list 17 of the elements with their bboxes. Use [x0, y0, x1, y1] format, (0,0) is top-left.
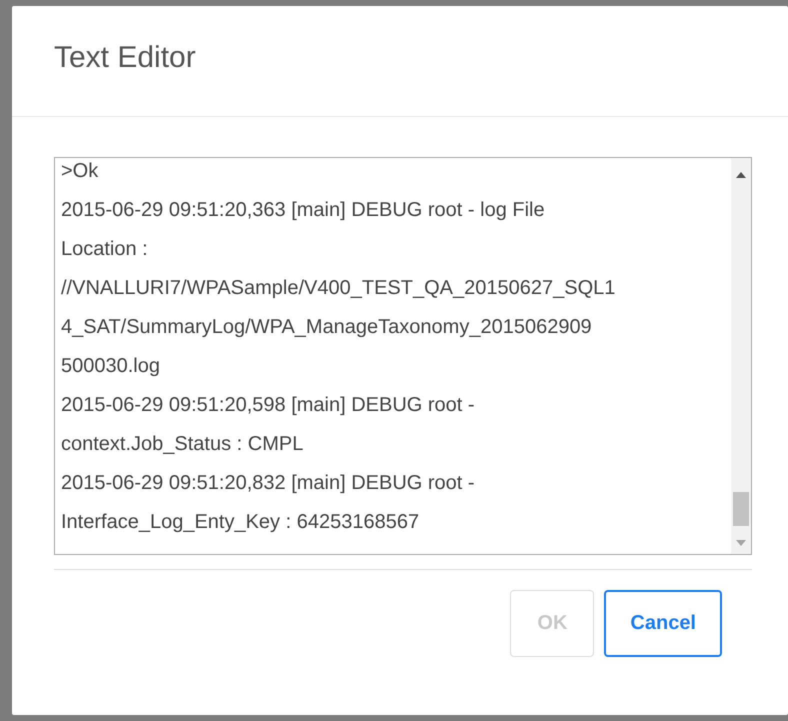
dialog-title: Text Editor — [54, 41, 196, 75]
log-line: Location : — [61, 237, 149, 262]
scroll-down-icon[interactable] — [736, 540, 746, 546]
log-line: 500030.log — [61, 354, 161, 379]
log-line: 2015-06-29 09:51:20,598 [main] DEBUG root - — [61, 393, 476, 418]
scroll-up-icon[interactable] — [736, 172, 746, 178]
log-line: context.Job_Status : CMPL — [61, 432, 304, 457]
log-line: 2015-06-29 09:51:20,832 [main] DEBUG root - — [61, 471, 476, 496]
log-line: Interface_Log_Enty_Key : 64253168567 — [61, 510, 420, 535]
log-line: //VNALLURI7/WPASample/V400_TEST_QA_20150627_SQL1 — [61, 276, 616, 301]
scrollbar[interactable] — [731, 158, 751, 554]
text-area[interactable] — [54, 157, 752, 555]
cancel-button[interactable]: Cancel — [604, 590, 722, 657]
log-line: 4_SAT/SummaryLog/WPA_ManageTaxonomy_2015062909 — [61, 315, 593, 340]
scroll-thumb[interactable] — [733, 492, 749, 526]
log-line: >Ok — [61, 159, 100, 184]
log-line: 2015-06-29 09:51:20,363 [main] DEBUG root - log File — [61, 198, 546, 223]
